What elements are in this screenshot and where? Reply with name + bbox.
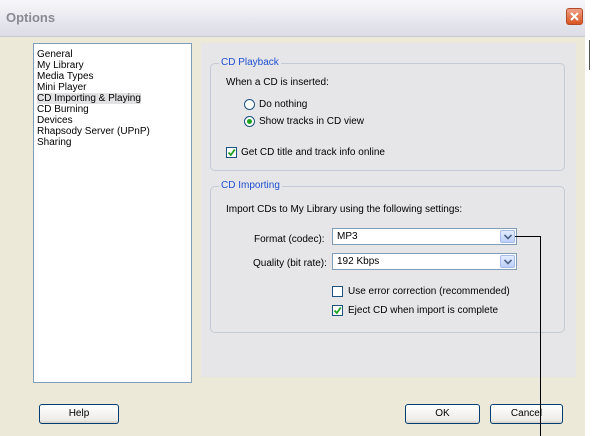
category-item-media-types[interactable]: Media Types	[37, 71, 94, 82]
category-item-devices[interactable]: Devices	[37, 115, 73, 126]
category-item-rhapsody-server[interactable]: Rhapsody Server (UPnP)	[37, 126, 150, 137]
cd-inserted-prompt: When a CD is inserted:	[226, 77, 329, 88]
background-edge	[585, 0, 593, 436]
cd-importing-legend: CD Importing	[219, 180, 282, 191]
category-item-sharing[interactable]: Sharing	[37, 137, 71, 148]
category-item-cd-importing-playing[interactable]: CD Importing & Playing	[37, 93, 141, 104]
close-icon	[570, 12, 579, 21]
cancel-button[interactable]: Cancel	[490, 404, 563, 424]
eject-cd-checkbox[interactable]	[332, 305, 343, 316]
quality-dropdown[interactable]: 192 Kbps	[332, 253, 517, 270]
import-intro-text: Import CDs to My Library using the follo…	[226, 204, 463, 215]
category-item-my-library[interactable]: My Library	[37, 60, 84, 71]
ok-button[interactable]: OK	[405, 404, 480, 424]
chevron-down-icon	[504, 259, 512, 265]
do-nothing-radio[interactable]	[244, 99, 255, 110]
format-label: Format (codec):	[254, 234, 325, 245]
category-item-cd-burning[interactable]: CD Burning	[37, 104, 89, 115]
error-correction-checkbox[interactable]	[332, 286, 343, 297]
error-correction-label[interactable]: Use error correction (recommended)	[348, 286, 510, 297]
checkmark-icon	[333, 306, 342, 315]
close-button[interactable]	[566, 8, 583, 25]
eject-cd-label[interactable]: Eject CD when import is complete	[348, 305, 498, 316]
quality-value: 192 Kbps	[337, 256, 380, 267]
callout-line-vertical	[540, 236, 541, 436]
quality-dropdown-arrow[interactable]	[500, 255, 515, 268]
do-nothing-label[interactable]: Do nothing	[259, 99, 307, 110]
format-dropdown-arrow[interactable]	[500, 230, 515, 243]
settings-panel: CD Playback When a CD is inserted: Do no…	[201, 43, 576, 377]
format-dropdown[interactable]: MP3	[332, 228, 517, 245]
quality-label: Quality (bit rate):	[253, 258, 327, 269]
checkmark-icon	[227, 148, 236, 157]
callout-line-horizontal	[515, 236, 541, 237]
get-cd-info-label[interactable]: Get CD title and track info online	[241, 147, 385, 158]
window-title: Options	[6, 10, 56, 25]
show-tracks-label[interactable]: Show tracks in CD view	[259, 116, 364, 127]
category-item-mini-player[interactable]: Mini Player	[37, 82, 86, 93]
get-cd-info-checkbox[interactable]	[226, 147, 237, 158]
show-tracks-radio[interactable]	[244, 116, 255, 127]
chevron-down-icon	[504, 234, 512, 240]
category-list[interactable]: General My Library Media Types Mini Play…	[33, 43, 192, 383]
format-value: MP3	[337, 231, 358, 242]
cd-playback-legend: CD Playback	[219, 57, 281, 68]
title-bar[interactable]: Options	[0, 0, 585, 37]
category-item-general[interactable]: General	[37, 49, 73, 60]
help-button[interactable]: Help	[39, 404, 119, 424]
